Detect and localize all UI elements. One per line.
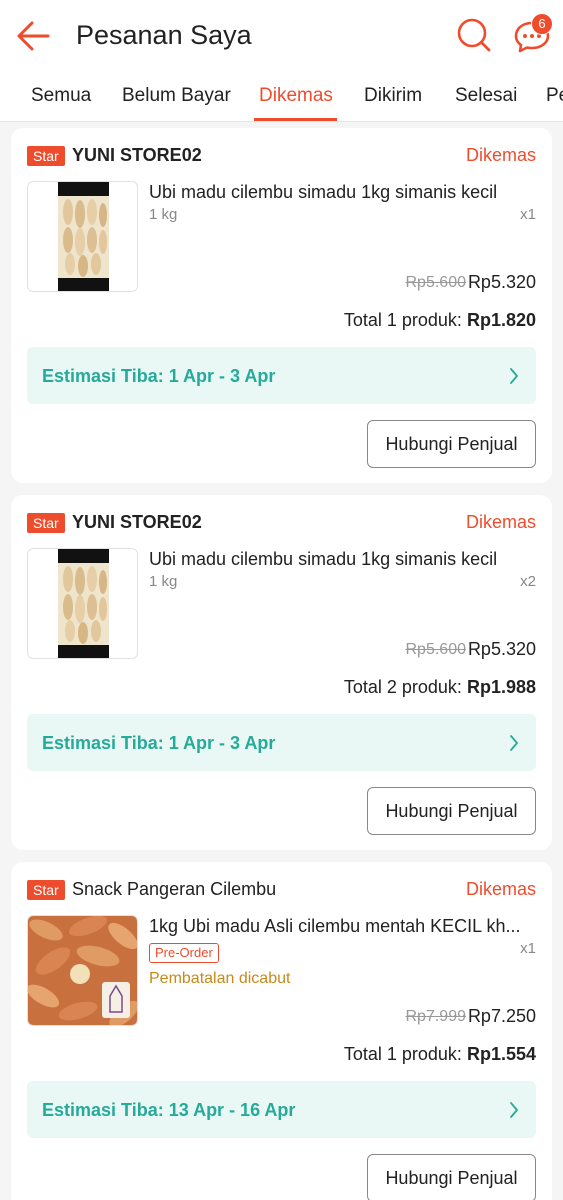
tab-semua[interactable]: Semua [31,84,91,108]
tab-dikirim[interactable]: Dikirim [364,84,422,108]
page-title: Pesanan Saya [76,20,252,50]
order-total-value: Rp1.554 [466,1044,536,1064]
product-variant: 1 kg [149,206,178,223]
estimated-arrival-text: Estimasi Tiba: 13 Apr - 16 Apr [42,1100,296,1120]
tab-partial[interactable]: Pe [546,84,563,108]
order-status-tabs: Semua Belum Bayar Dikemas Dikirim Selesa… [0,70,563,122]
product-quantity: x2 [520,573,536,590]
tab-dikemas[interactable]: Dikemas [259,84,333,108]
preorder-badge: Pre-Order [149,943,219,963]
sweet-potato-box-image [58,182,109,291]
shop-name[interactable]: Snack Pangeran Cilembu [72,877,276,901]
chat-unread-badge: 6 [531,13,553,35]
chevron-right-icon [510,368,518,384]
order-card: Star YUNI STORE02 Dikemas Ubi madu cilem… [11,495,552,850]
order-total-label: Total 2 produk: [343,677,462,697]
estimated-arrival-banner[interactable]: Estimasi Tiba: 1 Apr - 3 Apr [27,347,536,404]
order-status: Dikemas [465,879,536,899]
back-button[interactable] [14,18,52,54]
chevron-right-icon [510,735,518,751]
cancellation-note: Pembatalan dicabut [149,970,291,987]
order-card: Star YUNI STORE02 Dikemas Ubi madu cilem… [11,128,552,483]
contact-seller-button[interactable]: Hubungi Penjual [367,787,536,835]
order-status: Dikemas [465,145,536,165]
estimated-arrival-banner[interactable]: Estimasi Tiba: 1 Apr - 3 Apr [27,714,536,771]
shop-name[interactable]: YUNI STORE02 [72,143,202,167]
product-variant: 1 kg [149,573,178,590]
estimated-arrival-banner[interactable]: Estimasi Tiba: 13 Apr - 16 Apr [27,1081,536,1138]
discounted-price: Rp5.320 [467,272,536,292]
order-card: Star Snack Pangeran Cilembu Dikemas 1kg … [11,862,552,1200]
order-total-label: Total 1 produk: [343,1044,462,1064]
search-button[interactable] [455,16,493,54]
discounted-price: Rp5.320 [467,639,536,659]
chevron-right-icon [510,1102,518,1118]
order-total-value: Rp1.820 [466,310,536,330]
contact-seller-button[interactable]: Hubungi Penjual [367,420,536,468]
order-total: Total 1 produk: Rp1.554 [344,1042,536,1066]
star-seller-badge: Star [27,880,65,900]
sweet-potato-box-image [58,549,109,658]
product-thumbnail[interactable] [27,548,138,659]
tab-selesai[interactable]: Selesai [455,84,517,108]
discounted-price: Rp7.250 [467,1006,536,1026]
estimated-arrival-text: Estimasi Tiba: 1 Apr - 3 Apr [42,366,276,386]
product-thumbnail[interactable] [27,915,138,1026]
order-total: Total 2 produk: Rp1.988 [344,675,536,699]
tab-belum-bayar[interactable]: Belum Bayar [122,84,231,108]
star-seller-badge: Star [27,146,65,166]
search-icon [457,18,491,52]
product-name[interactable]: 1kg Ubi madu Asli cilembu mentah KECIL k… [149,914,534,938]
app-header: Pesanan Saya 6 [0,0,563,70]
order-total-label: Total 1 produk: [343,310,462,330]
sweet-potato-pile-image [28,916,137,1025]
contact-seller-button[interactable]: Hubungi Penjual [367,1154,536,1200]
product-quantity: x1 [520,206,536,223]
order-total-value: Rp1.988 [466,677,536,697]
product-name[interactable]: Ubi madu cilembu simadu 1kg simanis keci… [149,180,534,204]
estimated-arrival-text: Estimasi Tiba: 1 Apr - 3 Apr [42,733,276,753]
original-price: Rp5.600 [405,641,467,658]
product-name[interactable]: Ubi madu cilembu simadu 1kg simanis keci… [149,547,534,571]
active-tab-indicator [254,118,337,121]
product-thumbnail[interactable] [27,181,138,292]
original-price: Rp5.600 [405,274,467,291]
order-status: Dikemas [465,512,536,532]
arrow-left-icon [17,21,50,51]
product-quantity: x1 [520,940,536,957]
star-seller-badge: Star [27,513,65,533]
order-total: Total 1 produk: Rp1.820 [344,308,536,332]
original-price: Rp7.999 [405,1008,467,1025]
shop-name[interactable]: YUNI STORE02 [72,510,202,534]
